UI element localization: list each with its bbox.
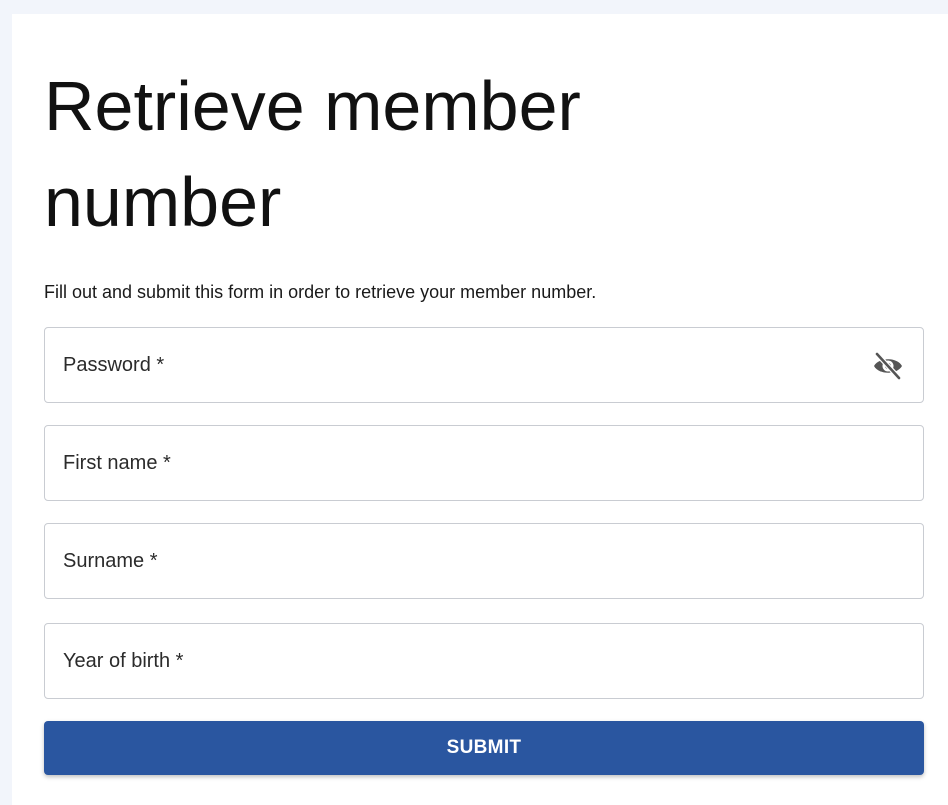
- page-title: Retrieve member number: [44, 67, 581, 241]
- password-field-container: [44, 327, 924, 403]
- first-name-field-container: [44, 425, 924, 501]
- form-card: Retrieve member number Fill out and subm…: [12, 14, 948, 805]
- password-input[interactable]: [45, 328, 923, 402]
- surname-input[interactable]: [45, 524, 923, 598]
- year-of-birth-field-container: [44, 623, 924, 699]
- form-description: Fill out and submit this form in order t…: [44, 282, 597, 302]
- surname-field-container: [44, 523, 924, 599]
- eye-off-icon[interactable]: [871, 351, 905, 381]
- first-name-input[interactable]: [45, 426, 923, 500]
- submit-button[interactable]: SUBMIT: [44, 721, 924, 775]
- year-of-birth-input[interactable]: [45, 624, 923, 698]
